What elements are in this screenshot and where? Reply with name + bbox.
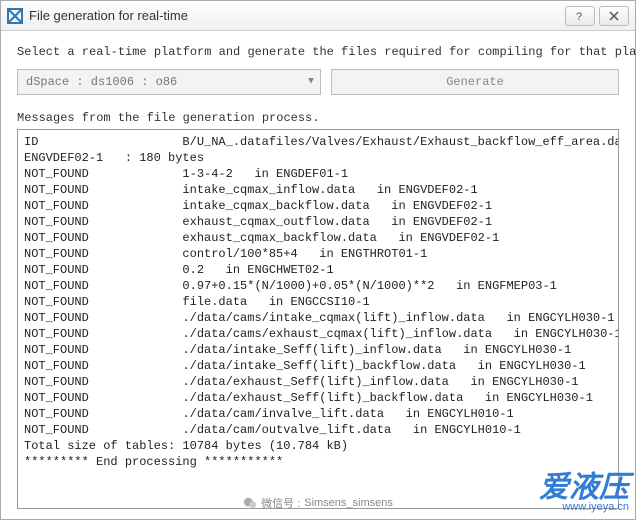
log-line: NOT_FOUND intake_cqmax_inflow.data in EN… xyxy=(24,182,612,198)
log-line: NOT_FOUND file.data in ENGCCSI10-1 xyxy=(24,294,612,310)
controls-row: dSpace : ds1006 : o86 ▼ Generate xyxy=(17,69,619,95)
log-line: NOT_FOUND ./data/cams/intake_cqmax(lift)… xyxy=(24,310,612,326)
messages-label: Messages from the file generation proces… xyxy=(17,111,619,125)
log-line: NOT_FOUND exhaust_cqmax_outflow.data in … xyxy=(24,214,612,230)
log-line: ********* End processing *********** xyxy=(24,454,612,470)
generate-button-label: Generate xyxy=(446,75,504,89)
help-button[interactable]: ? xyxy=(565,6,595,26)
log-line: NOT_FOUND ./data/intake_Seff(lift)_backf… xyxy=(24,358,612,374)
log-line: NOT_FOUND control/100*85+4 in ENGTHROT01… xyxy=(24,246,612,262)
log-line: ID B/U_NA_.datafiles/Valves/Exhaust/Exha… xyxy=(24,134,612,150)
log-line: NOT_FOUND exhaust_cqmax_backflow.data in… xyxy=(24,230,612,246)
chevron-down-icon: ▼ xyxy=(308,77,314,88)
log-line: ENGVDEF02-1 : 180 bytes xyxy=(24,150,612,166)
log-line: NOT_FOUND ./data/exhaust_Seff(lift)_back… xyxy=(24,390,612,406)
dialog-content: Select a real-time platform and generate… xyxy=(1,31,635,519)
close-button[interactable] xyxy=(599,6,629,26)
log-line: NOT_FOUND 0.2 in ENGCHWET02-1 xyxy=(24,262,612,278)
app-icon xyxy=(7,8,23,24)
titlebar: File generation for real-time ? xyxy=(1,1,635,31)
log-line: NOT_FOUND ./data/intake_Seff(lift)_inflo… xyxy=(24,342,612,358)
log-line: NOT_FOUND ./data/cams/exhaust_cqmax(lift… xyxy=(24,326,612,342)
platform-select[interactable]: dSpace : ds1006 : o86 ▼ xyxy=(17,69,321,95)
generate-button[interactable]: Generate xyxy=(331,69,619,95)
log-output[interactable]: ID B/U_NA_.datafiles/Valves/Exhaust/Exha… xyxy=(17,129,619,509)
log-line: NOT_FOUND ./data/exhaust_Seff(lift)_infl… xyxy=(24,374,612,390)
svg-text:?: ? xyxy=(576,11,582,22)
log-line: Total size of tables: 10784 bytes (10.78… xyxy=(24,438,612,454)
log-line: NOT_FOUND ./data/cam/outvalve_lift.data … xyxy=(24,422,612,438)
log-line: NOT_FOUND 1-3-4-2 in ENGDEF01-1 xyxy=(24,166,612,182)
log-line: NOT_FOUND ./data/cam/invalve_lift.data i… xyxy=(24,406,612,422)
platform-select-value: dSpace : ds1006 : o86 xyxy=(26,75,177,89)
log-line: NOT_FOUND intake_cqmax_backflow.data in … xyxy=(24,198,612,214)
dialog-window: File generation for real-time ? Select a… xyxy=(0,0,636,520)
log-line: NOT_FOUND 0.97+0.15*(N/1000)+0.05*(N/100… xyxy=(24,278,612,294)
window-title: File generation for real-time xyxy=(29,8,561,23)
instruction-text: Select a real-time platform and generate… xyxy=(17,45,619,59)
